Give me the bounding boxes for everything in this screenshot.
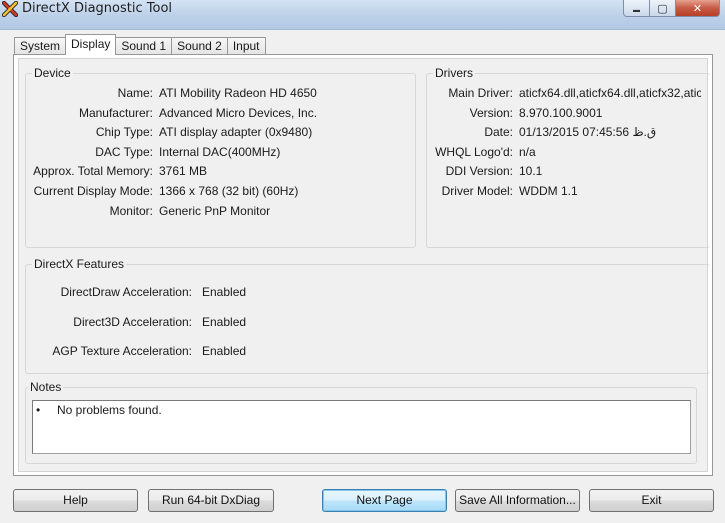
maximize-icon: ▢	[657, 2, 668, 15]
feature-row-directdraw: DirectDraw Acceleration: Enabled	[26, 285, 246, 301]
drivers-group: Drivers Main Driver: aticfx64.dll,aticfx…	[426, 66, 710, 248]
tab-display[interactable]: Display	[65, 34, 117, 55]
tab-strip: System Display Sound 1 Sound 2 Input	[14, 34, 266, 55]
directx-x-icon	[2, 1, 18, 17]
device-legend: Device	[32, 66, 73, 80]
display-tab-panel: Device Name: ATI Mobility Radeon HD 4650…	[13, 54, 713, 476]
display-mode-label: Current Display Mode:	[33, 184, 153, 198]
driver-date-label: Date:	[484, 125, 513, 139]
tab-system[interactable]: System	[14, 37, 67, 55]
directx-features-group: DirectX Features DirectDraw Acceleration…	[25, 257, 710, 374]
drivers-row-date: Date: 01/13/2015 07:45:56 ق.ظ	[427, 125, 656, 141]
manufacturer-value: Advanced Micro Devices, Inc.	[159, 106, 318, 120]
run-64bit-dxdiag-button[interactable]: Run 64-bit DxDiag	[148, 489, 274, 512]
feature-row-direct3d: Direct3D Acceleration: Enabled	[26, 315, 246, 331]
directx-features-legend: DirectX Features	[32, 257, 127, 271]
dac-type-label: DAC Type:	[95, 145, 153, 159]
help-button[interactable]: Help	[13, 489, 138, 512]
notes-legend: Notes	[28, 380, 64, 394]
caption-buttons: ▬ ▢ ✕	[623, 0, 720, 17]
directdraw-value: Enabled	[202, 285, 247, 299]
next-page-button[interactable]: Next Page	[322, 489, 447, 512]
dac-type-value: Internal DAC(400MHz)	[159, 145, 281, 159]
main-driver-label: Main Driver:	[448, 86, 513, 100]
driver-model-value: WDDM 1.1	[519, 184, 578, 198]
whql-value: n/a	[519, 145, 536, 159]
drivers-row-model: Driver Model: WDDM 1.1	[427, 184, 578, 200]
device-row-chip-type: Chip Type: ATI display adapter (0x9480)	[26, 125, 312, 141]
manufacturer-label: Manufacturer:	[78, 106, 153, 120]
drivers-legend: Drivers	[433, 66, 475, 80]
device-name-label: Name:	[117, 86, 153, 100]
drivers-row-version: Version: 8.970.100.9001	[427, 106, 603, 122]
whql-label: WHQL Logo'd:	[435, 145, 513, 159]
minimize-button[interactable]: ▬	[623, 0, 650, 17]
window-title: DirectX Diagnostic Tool	[22, 1, 173, 16]
close-icon: ✕	[692, 2, 703, 15]
minimize-icon: ▬	[633, 7, 640, 14]
device-row-manufacturer: Manufacturer: Advanced Micro Devices, In…	[26, 106, 317, 122]
direct3d-value: Enabled	[202, 315, 247, 329]
ddi-version-label: DDI Version:	[445, 164, 513, 178]
driver-model-label: Driver Model:	[441, 184, 513, 198]
display-mode-value: 1366 x 768 (32 bit) (60Hz)	[159, 184, 299, 198]
driver-date-value: 01/13/2015 07:45:56 ق.ظ	[519, 125, 657, 139]
monitor-value: Generic PnP Monitor	[159, 204, 271, 218]
device-row-display-mode: Current Display Mode: 1366 x 768 (32 bit…	[26, 184, 299, 200]
notes-textbox[interactable]: • No problems found.	[32, 400, 691, 454]
driver-version-value: 8.970.100.9001	[519, 106, 603, 120]
device-name-value: ATI Mobility Radeon HD 4650	[159, 86, 317, 100]
maximize-button[interactable]: ▢	[650, 0, 676, 17]
device-group: Device Name: ATI Mobility Radeon HD 4650…	[25, 66, 416, 248]
memory-value: 3761 MB	[159, 164, 208, 178]
device-row-name: Name: ATI Mobility Radeon HD 4650	[26, 86, 317, 102]
tab-sound-2[interactable]: Sound 2	[171, 37, 228, 55]
title-bar: DirectX Diagnostic Tool ▬ ▢ ✕	[0, 0, 725, 30]
chip-type-value: ATI display adapter (0x9480)	[159, 125, 313, 139]
exit-button[interactable]: Exit	[589, 489, 714, 512]
notes-group: Notes • No problems found.	[25, 380, 697, 464]
note-text: No problems found.	[57, 403, 162, 417]
save-all-information-button[interactable]: Save All Information...	[455, 489, 580, 512]
bullet-icon: •	[36, 403, 41, 417]
tab-sound-1[interactable]: Sound 1	[115, 37, 173, 55]
close-button[interactable]: ✕	[676, 0, 720, 17]
drivers-row-ddi: DDI Version: 10.1	[427, 164, 543, 180]
memory-label: Approx. Total Memory:	[33, 164, 153, 178]
feature-row-agp: AGP Texture Acceleration: Enabled	[26, 344, 246, 360]
direct3d-label: Direct3D Acceleration:	[73, 315, 192, 329]
device-row-dac-type: DAC Type: Internal DAC(400MHz)	[26, 145, 280, 161]
ddi-version-value: 10.1	[519, 164, 543, 178]
agp-value: Enabled	[202, 344, 247, 358]
directdraw-label: DirectDraw Acceleration:	[60, 285, 192, 299]
main-driver-value: aticfx64.dll,aticfx64.dll,aticfx32,aticf	[519, 86, 701, 100]
display-tab-content: Device Name: ATI Mobility Radeon HD 4650…	[18, 58, 710, 472]
monitor-label: Monitor:	[109, 204, 153, 218]
device-row-memory: Approx. Total Memory: 3761 MB	[26, 164, 207, 180]
device-row-monitor: Monitor: Generic PnP Monitor	[26, 204, 271, 220]
note-line: • No problems found.	[35, 403, 162, 417]
driver-version-label: Version:	[469, 106, 513, 120]
drivers-row-main-driver: Main Driver: aticfx64.dll,aticfx64.dll,a…	[427, 86, 701, 102]
drivers-row-whql: WHQL Logo'd: n/a	[427, 145, 536, 161]
tab-input[interactable]: Input	[226, 37, 266, 55]
chip-type-label: Chip Type:	[95, 125, 153, 139]
agp-label: AGP Texture Acceleration:	[52, 344, 192, 358]
